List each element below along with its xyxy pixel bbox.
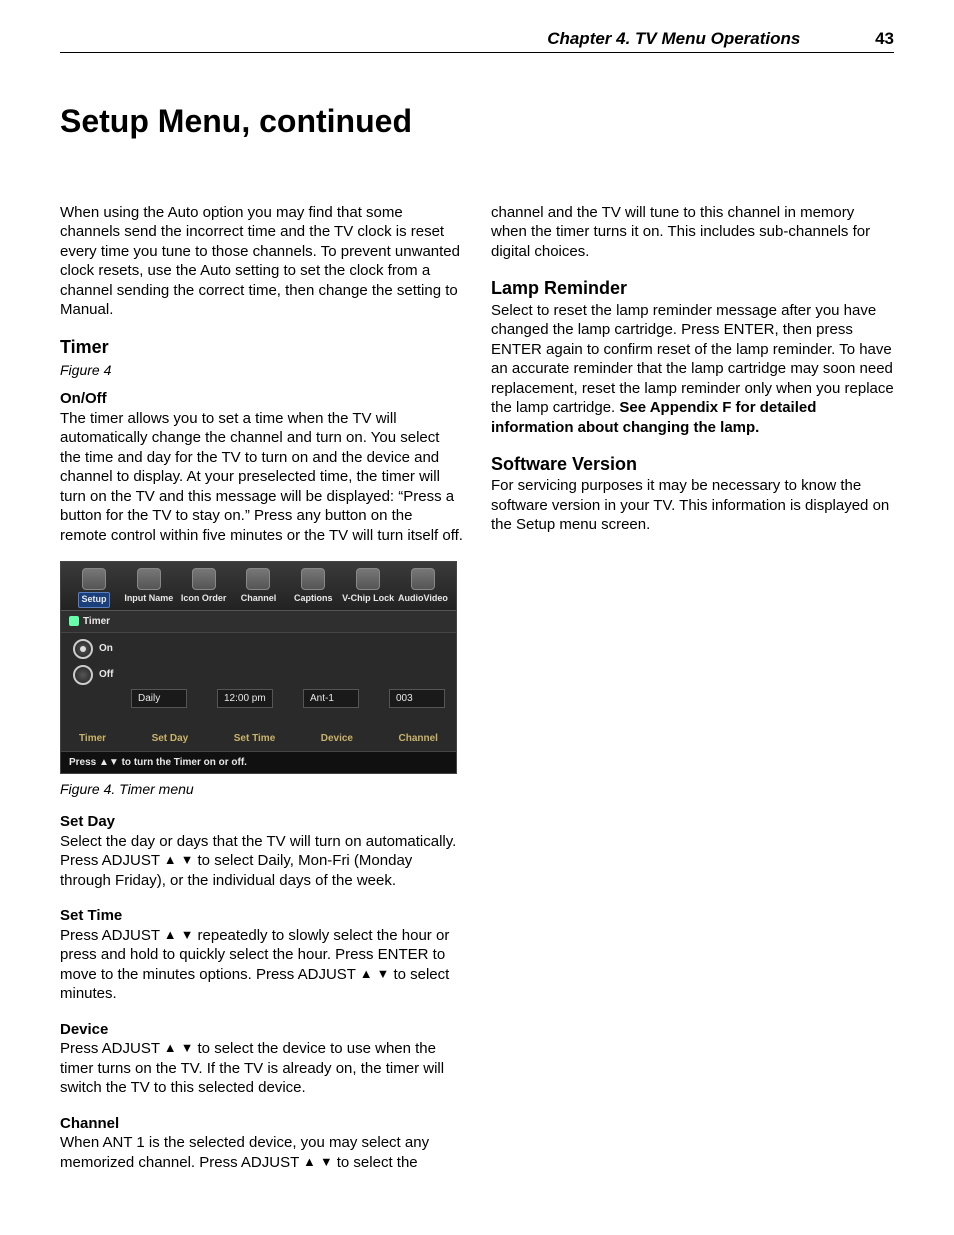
- lock-icon: [356, 568, 380, 590]
- chapter-title: Chapter 4. TV Menu Operations: [547, 29, 800, 48]
- osd-breadcrumb: Timer: [61, 611, 456, 633]
- channel-paragraph: When ANT 1 is the selected device, you m…: [60, 1133, 463, 1172]
- down-arrow-icon: ▼: [320, 1154, 333, 1171]
- osd-tab-vchip: V-Chip Lock: [341, 568, 395, 608]
- channel-heading: Channel: [60, 1114, 463, 1134]
- osd-labels-row: Timer Set Day Set Time Device Channel: [61, 708, 456, 751]
- timer-heading: Timer: [60, 336, 463, 359]
- osd-tab-captions: Captions: [286, 568, 340, 608]
- figure-caption: Figure 4. Timer menu: [60, 780, 463, 798]
- osd-channel-value: 003: [389, 689, 445, 708]
- radio-off: [73, 665, 93, 685]
- osd-label-device: Device: [321, 732, 353, 745]
- osd-time-value: 12:00 pm: [217, 689, 273, 708]
- up-arrow-icon: ▲: [164, 927, 177, 944]
- icon-order-icon: [192, 568, 216, 590]
- settime-heading: Set Time: [60, 906, 463, 926]
- osd-row: On Off: [61, 633, 456, 685]
- osd-tab-setup: Setup: [67, 568, 121, 608]
- osd-label-settime: Set Time: [234, 732, 276, 745]
- right-column: channel and the TV will tune to this cha…: [491, 203, 894, 1176]
- device-heading: Device: [60, 1020, 463, 1040]
- onoff-heading: On/Off: [60, 389, 463, 409]
- osd-label-timer: Timer: [79, 732, 106, 745]
- osd-device-value: Ant-1: [303, 689, 359, 708]
- timer-icon: [69, 616, 79, 626]
- software-paragraph: For servicing purposes it may be necessa…: [491, 476, 894, 535]
- figure-reference: Figure 4: [60, 361, 463, 379]
- page-number: 43: [875, 29, 894, 48]
- timer-menu-figure: Setup Input Name Icon Order Channel Capt…: [60, 561, 457, 774]
- down-arrow-icon: ▼: [377, 966, 390, 983]
- page-title: Setup Menu, continued: [60, 101, 894, 143]
- software-heading: Software Version: [491, 453, 894, 476]
- page: Chapter 4. TV Menu Operations 43 Setup M…: [0, 0, 954, 1235]
- osd-hint: Press ▲▼ to turn the Timer on or off.: [61, 751, 456, 773]
- osd-label-setday: Set Day: [152, 732, 189, 745]
- channel-continuation: channel and the TV will tune to this cha…: [491, 203, 894, 262]
- captions-icon: [301, 568, 325, 590]
- onoff-paragraph: The timer allows you to set a time when …: [60, 409, 463, 546]
- up-arrow-icon: ▲: [164, 852, 177, 869]
- setday-heading: Set Day: [60, 812, 463, 832]
- settime-paragraph: Press ADJUST ▲ ▼ repeatedly to slowly se…: [60, 926, 463, 1004]
- osd-tab-icon-order: Icon Order: [177, 568, 231, 608]
- input-name-icon: [137, 568, 161, 590]
- osd-tabs: Setup Input Name Icon Order Channel Capt…: [61, 562, 456, 611]
- audiovideo-icon: [411, 568, 435, 590]
- lamp-paragraph: Select to reset the lamp reminder messag…: [491, 301, 894, 438]
- down-arrow-icon: ▼: [181, 927, 194, 944]
- device-paragraph: Press ADJUST ▲ ▼ to select the device to…: [60, 1039, 463, 1098]
- osd-values-row: Daily 12:00 pm Ant-1 003: [61, 685, 456, 708]
- up-arrow-icon: ▲: [303, 1154, 316, 1171]
- channel-icon: [246, 568, 270, 590]
- down-arrow-icon: ▼: [181, 852, 194, 869]
- lamp-heading: Lamp Reminder: [491, 277, 894, 300]
- setup-icon: [82, 568, 106, 590]
- osd-onoff-group: On Off: [73, 639, 113, 685]
- left-column: When using the Auto option you may find …: [60, 203, 463, 1176]
- running-header: Chapter 4. TV Menu Operations 43: [60, 28, 894, 53]
- osd-label-channel: Channel: [399, 732, 438, 745]
- columns: When using the Auto option you may find …: [60, 203, 894, 1176]
- up-arrow-icon: ▲: [360, 966, 373, 983]
- setday-paragraph: Select the day or days that the TV will …: [60, 832, 463, 891]
- intro-paragraph: When using the Auto option you may find …: [60, 203, 463, 320]
- down-arrow-icon: ▼: [181, 1040, 194, 1057]
- radio-on: [73, 639, 93, 659]
- osd-tab-input-name: Input Name: [122, 568, 176, 608]
- osd-tab-channel: Channel: [231, 568, 285, 608]
- up-arrow-icon: ▲: [164, 1040, 177, 1057]
- osd-day-value: Daily: [131, 689, 187, 708]
- osd-tab-audiovideo: AudioVideo: [396, 568, 450, 608]
